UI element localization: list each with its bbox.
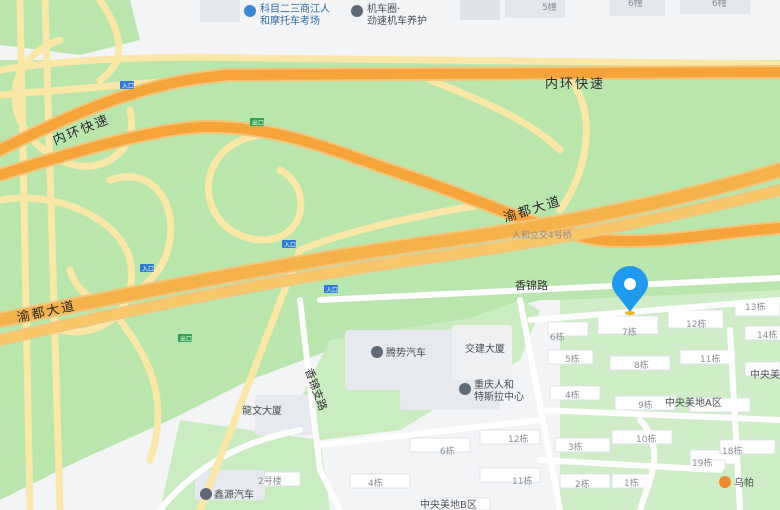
- building-label: 6幢: [712, 0, 727, 9]
- svg-text:鑫源汽车: 鑫源汽车: [214, 488, 254, 501]
- building-label: 1栋: [624, 477, 639, 489]
- label-zhongyang-a: 中央美地A区: [665, 396, 722, 409]
- road-label-xiangjin: 香锦路: [515, 278, 548, 292]
- building-label: 4栋: [565, 389, 580, 401]
- building-label: 5栋: [565, 353, 580, 365]
- poi-guochao[interactable]: 乌帕: [719, 476, 754, 489]
- poi-tengshi[interactable]: 腾势汽车: [371, 346, 426, 359]
- building-label: 18栋: [722, 445, 742, 457]
- svg-text:重庆人和: 重庆人和: [474, 378, 514, 391]
- building-label: 8栋: [634, 359, 649, 371]
- building-label: 6幢: [628, 0, 643, 9]
- ramp-entrance-label: 入口: [326, 287, 338, 294]
- building-label: 11栋: [700, 353, 720, 365]
- building-label: 12栋: [508, 433, 528, 445]
- ramp-entrance-label: 入口: [284, 242, 296, 249]
- svg-text:劲速机车养护: 劲速机车养护: [367, 14, 427, 27]
- restaurant-icon: [719, 476, 731, 488]
- building-label: 6栋: [550, 331, 565, 343]
- map-canvas[interactable]: 内环快速 内环快速 渝都大道 渝都大道 香锦路 香锦支路 入口 出口 入口 入口…: [0, 0, 780, 510]
- ramp-exit-label: 出口: [180, 335, 192, 343]
- building-label: 14栋: [757, 329, 777, 341]
- building-label: 2号楼: [258, 475, 282, 487]
- building-label: 9栋: [638, 399, 653, 411]
- building-label: 6栋: [440, 445, 455, 457]
- car-icon: [200, 488, 212, 500]
- svg-text:特斯拉中心: 特斯拉中心: [474, 390, 524, 403]
- building-label: 2栋: [575, 478, 590, 490]
- wrench-icon: [351, 5, 363, 17]
- label-zhongyang-right: 中央美: [750, 368, 780, 381]
- map-view[interactable]: 内环快速 内环快速 渝都大道 渝都大道 香锦路 香锦支路 入口 出口 入口 入口…: [0, 0, 780, 510]
- ramp-entrance-label: 入口: [122, 83, 134, 90]
- poi-kemu[interactable]: 科目二三商江人 和摩托车考场: [244, 2, 330, 27]
- building-label: 19栋: [692, 457, 712, 469]
- svg-text:机车圈·: 机车圈·: [367, 2, 400, 15]
- label-longwen: 龍文大厦: [242, 404, 282, 417]
- label-jiaojian: 交建大厦: [465, 342, 505, 355]
- building-label: 11栋: [512, 475, 532, 487]
- ramp-exit-label: 出口: [252, 119, 264, 127]
- car-icon: [459, 383, 471, 395]
- building-label: 4栋: [368, 477, 383, 489]
- building-label: 5幢: [542, 1, 557, 13]
- label-renhe-station: 人和立交4号桥: [512, 229, 572, 241]
- svg-text:和摩托车考场: 和摩托车考场: [260, 14, 320, 27]
- label-zhongyang-b: 中央美地B区: [420, 498, 477, 510]
- building-label: 7栋: [622, 326, 637, 338]
- svg-text:腾势汽车: 腾势汽车: [386, 346, 426, 359]
- poi-xinyuan[interactable]: 鑫源汽车: [200, 488, 254, 501]
- building-label: 10栋: [636, 433, 656, 445]
- svg-text:乌帕: 乌帕: [734, 476, 754, 489]
- road-label-inner-ring-top: 内环快速: [545, 76, 605, 92]
- building-label: 3栋: [568, 441, 583, 453]
- poi-jiche[interactable]: 机车圈· 劲速机车养护: [351, 2, 427, 27]
- poi-icon: [244, 5, 256, 17]
- building-label: 13栋: [745, 301, 765, 313]
- svg-text:科目二三商江人: 科目二三商江人: [260, 2, 330, 15]
- building-label: 12栋: [686, 318, 706, 330]
- car-icon: [371, 346, 383, 358]
- ramp-entrance-label: 入口: [142, 266, 154, 273]
